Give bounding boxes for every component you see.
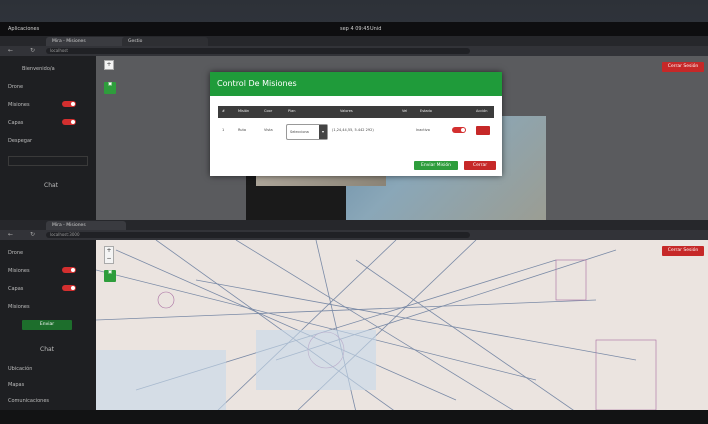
url-field[interactable]: localhost:3000: [46, 232, 470, 238]
top-screen: Aplicaciones sep 4 09:45 Unid Mira - Mis…: [0, 22, 708, 220]
sidebar-item-comunicaciones[interactable]: Comunicaciones: [8, 398, 49, 404]
zoom-in-icon[interactable]: +: [105, 247, 113, 255]
layers-button[interactable]: ▣: [104, 270, 116, 282]
tab-label: Mira - Misiones: [52, 39, 86, 44]
plan-select[interactable]: Selecciona ▾: [286, 124, 328, 140]
misiones-toggle[interactable]: [62, 101, 76, 107]
url-field[interactable]: localhost: [46, 48, 470, 54]
sidebar-item-drone[interactable]: Drone: [8, 250, 23, 256]
misiones-toggle[interactable]: [62, 267, 76, 273]
row-index: 1: [222, 128, 225, 132]
table-header: # Misión Coor Plan Valores Vel Estado Ac…: [218, 106, 494, 118]
col-plan: Plan: [288, 109, 296, 113]
sidebar-item-capas[interactable]: Capas: [8, 120, 23, 126]
route-lines: [96, 240, 657, 412]
row-status: Inactivo: [416, 128, 430, 132]
sidebar-item-mapas[interactable]: Mapas: [8, 382, 24, 388]
send-mission-button[interactable]: Enviar Misión: [414, 161, 458, 170]
system-bar-status: Unid: [370, 26, 382, 32]
tab-mira-misiones[interactable]: Mira - Misiones: [46, 221, 126, 230]
row-mission: Ruta: [238, 128, 247, 132]
sidebar-item-misiones-2[interactable]: Misiones: [8, 304, 30, 310]
row-toggle[interactable]: [452, 127, 466, 133]
chevron-down-icon: ▾: [319, 125, 327, 139]
tab-mira-misiones[interactable]: Mira - Misiones: [46, 37, 126, 46]
zoom-control: + −: [104, 246, 114, 264]
plan-select-value: Selecciona: [290, 130, 309, 134]
aeronautical-map[interactable]: ▣ + − Cerrar Sesión: [96, 240, 708, 412]
zoom-in-icon[interactable]: +: [105, 61, 113, 69]
logout-button[interactable]: Cerrar Sesión: [662, 246, 704, 256]
reload-icon[interactable]: ↻: [30, 47, 35, 54]
system-bar-apps[interactable]: Aplicaciones: [8, 26, 39, 32]
sidebar-item-despegar[interactable]: Despegar: [8, 138, 32, 144]
browser-tabs: Mira - Misiones Gestio: [0, 36, 708, 46]
bottom-screen: Mira - Misiones ← ↻ localhost:3000 Drone…: [0, 220, 708, 412]
back-icon[interactable]: ←: [8, 47, 13, 54]
back-icon[interactable]: ←: [8, 231, 13, 238]
bezel: [0, 410, 708, 424]
capas-toggle[interactable]: [62, 119, 76, 125]
sidebar-heading: Bienvenido/a: [22, 66, 55, 72]
sidebar-item-capas[interactable]: Capas: [8, 286, 23, 292]
zoom-control: +: [104, 60, 114, 70]
close-button[interactable]: Cerrar: [464, 161, 496, 170]
tab-gestio[interactable]: Gestio: [122, 37, 208, 46]
row-values: (1,24,44,55, 5.442 292): [332, 128, 374, 132]
col-index: #: [222, 109, 225, 113]
modal-title: Control De Misiones: [210, 72, 502, 96]
sidebar-item-drone[interactable]: Drone: [8, 84, 23, 90]
missions-modal: Control De Misiones # Misión Coor Plan V…: [210, 72, 502, 176]
system-bar: Aplicaciones sep 4 09:45 Unid: [0, 22, 708, 36]
sidebar-divider: [8, 156, 88, 166]
sidebar-item-misiones[interactable]: Misiones: [8, 268, 30, 274]
col-valores: Valores: [340, 109, 353, 113]
send-button[interactable]: Enviar: [22, 320, 72, 330]
sidebar-item-ubicacion[interactable]: Ubicación: [8, 366, 32, 372]
system-bar-clock[interactable]: sep 4 09:45: [340, 26, 370, 32]
chat-label[interactable]: Chat: [40, 346, 54, 353]
sidebar: Drone Misiones Capas Misiones Enviar Cha…: [0, 240, 96, 412]
table-row: 1 Ruta Vista Selecciona ▾ (1,24,44,55, 5…: [218, 124, 494, 142]
logout-button[interactable]: Cerrar Sesión: [662, 62, 704, 72]
reload-icon[interactable]: ↻: [30, 231, 35, 238]
address-bar: ← ↻ localhost:3000: [0, 230, 708, 240]
col-mision: Misión: [238, 109, 250, 113]
address-bar: ← ↻ localhost: [0, 46, 708, 56]
col-accion: Acción: [476, 109, 488, 113]
layers-button[interactable]: ▣: [104, 82, 116, 94]
capas-toggle[interactable]: [62, 285, 76, 291]
col-coor: Coor: [264, 109, 273, 113]
chat-label[interactable]: Chat: [44, 182, 58, 189]
sidebar: Bienvenido/a Drone Misiones Capas Despeg…: [0, 56, 96, 220]
col-estado: Estado: [420, 109, 432, 113]
delete-button[interactable]: [476, 126, 490, 135]
tab-label: Gestio: [128, 39, 143, 44]
browser-tabs: Mira - Misiones: [0, 220, 708, 230]
row-coor: Vista: [264, 128, 273, 132]
sidebar-item-misiones[interactable]: Misiones: [8, 102, 30, 108]
col-vel: Vel: [402, 109, 408, 113]
tab-label: Mira - Misiones: [52, 223, 86, 228]
zoom-out-icon[interactable]: −: [105, 255, 113, 263]
